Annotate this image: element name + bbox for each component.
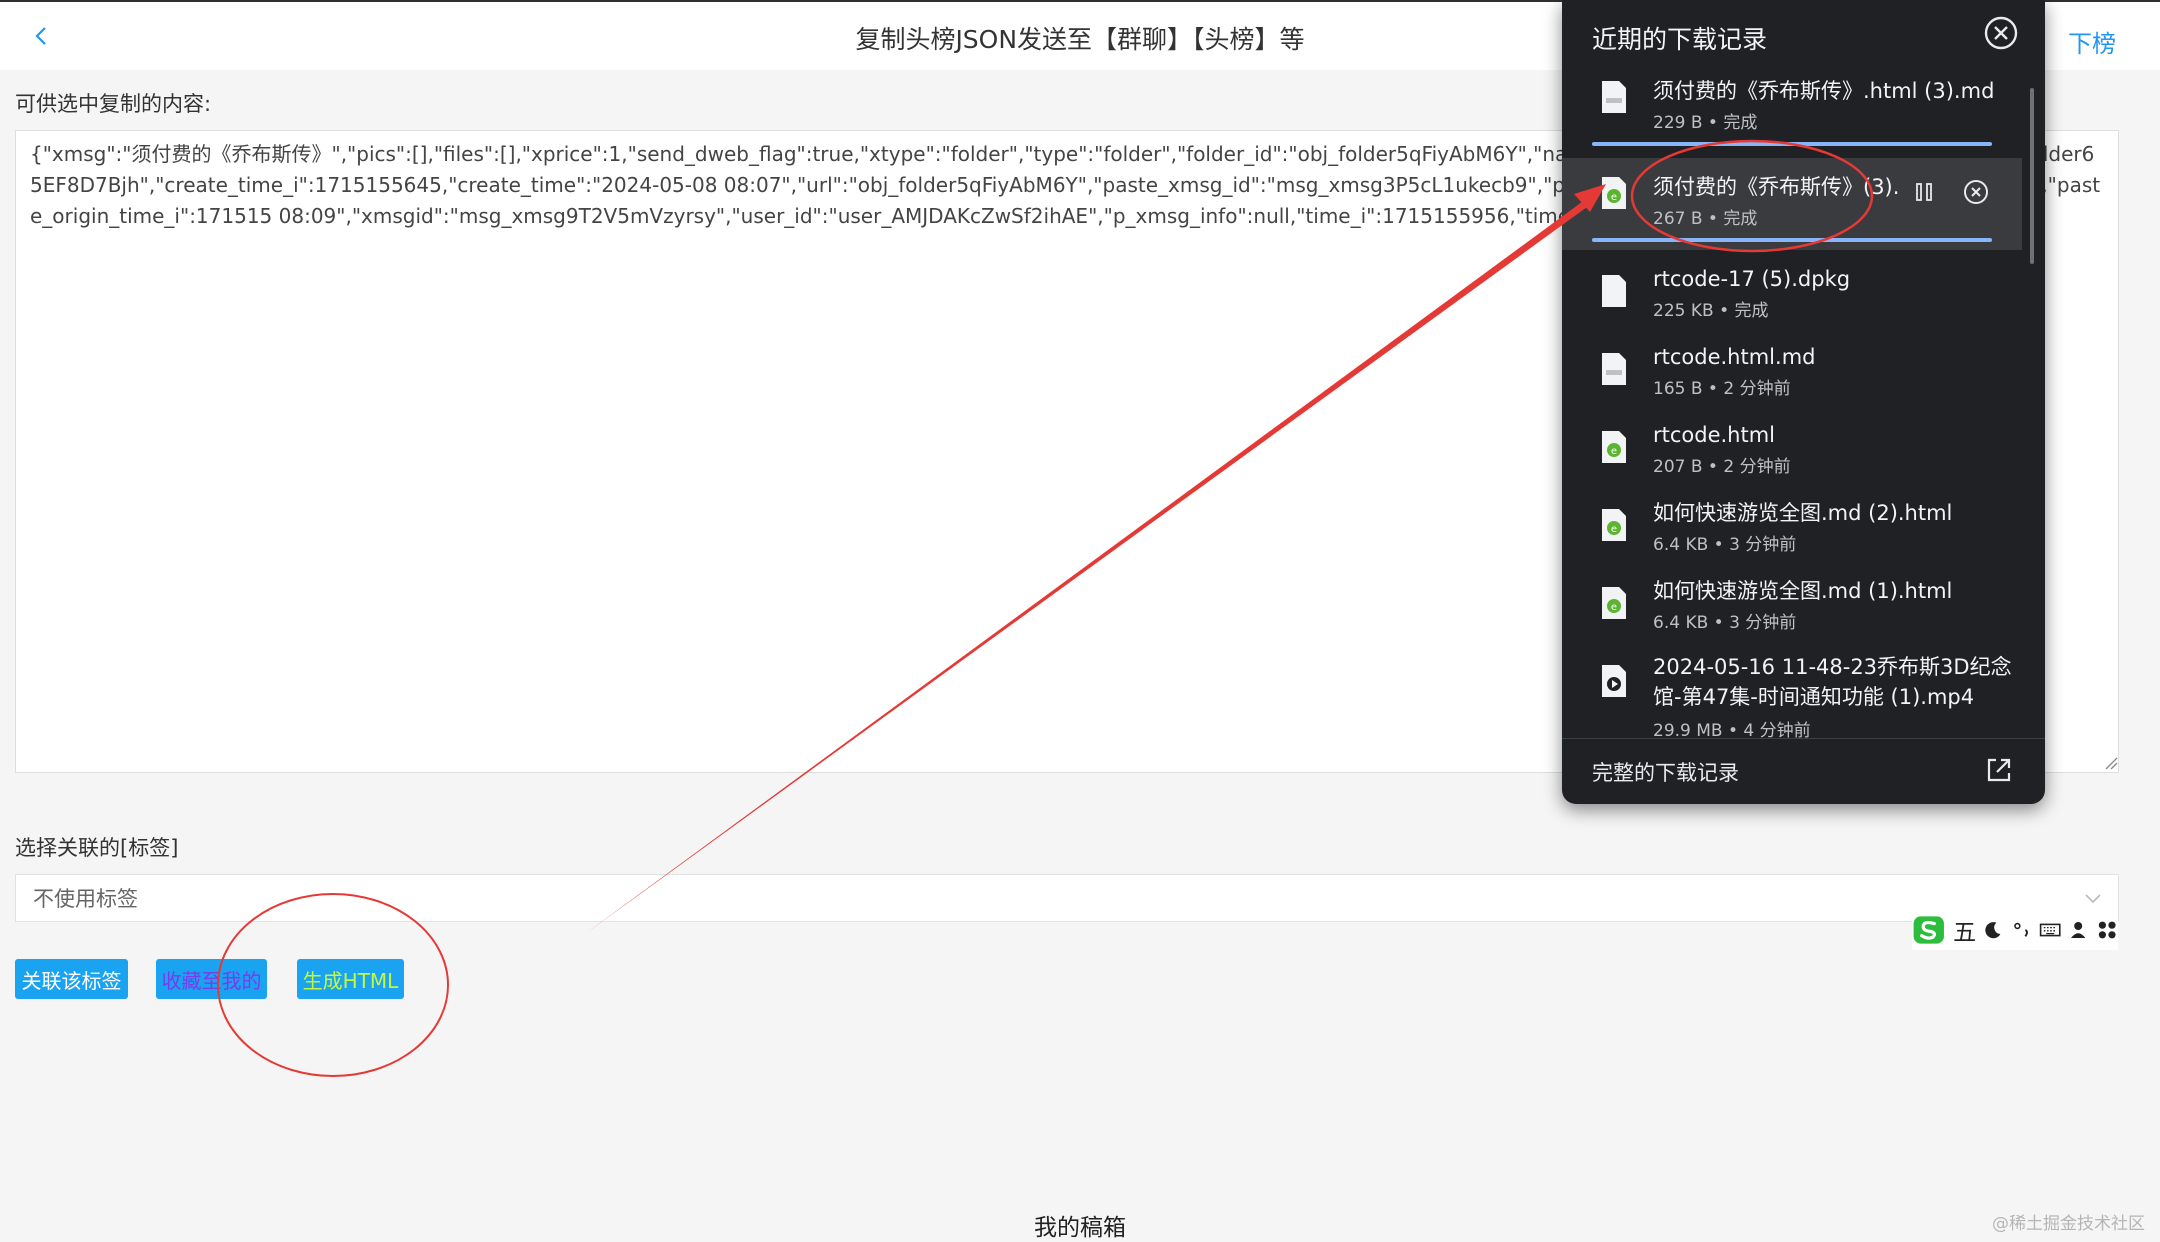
- download-scrollbar[interactable]: [2030, 88, 2034, 264]
- download-footer[interactable]: 完整的下载记录: [1562, 738, 2045, 804]
- download-item-name: 如何快速游览全图.md (2).html: [1653, 501, 1953, 525]
- download-item-name: rtcode.html: [1653, 423, 1776, 447]
- watermark: @稀土掘金技术社区: [1992, 1214, 2145, 1234]
- moon-icon[interactable]: [1982, 916, 2004, 944]
- footer-drafts[interactable]: 我的稿箱: [0, 1208, 2160, 1242]
- full-downloads-link[interactable]: 完整的下载记录: [1592, 757, 1739, 787]
- file-doc-icon: [1602, 81, 1626, 113]
- svg-text:e: e: [1611, 192, 1617, 203]
- html-file-icon: e: [1602, 509, 1626, 541]
- tag-select-value: 不使用标签: [33, 887, 138, 911]
- download-item[interactable]: 2024-05-16 11-48-23乔布斯3D纪念 馆-第47集-时间通知功能…: [1562, 652, 2022, 738]
- user-icon[interactable]: [2067, 916, 2089, 944]
- html-file-icon: e: [1602, 177, 1626, 209]
- download-item[interactable]: rtcode.html.md 165 B • 2 分钟前: [1562, 340, 2022, 418]
- download-item-meta: 225 KB • 完成: [1653, 301, 1769, 321]
- favorite-button[interactable]: 收藏至我的: [156, 959, 267, 999]
- chevron-down-icon: [2085, 894, 2101, 904]
- video-file-icon: [1602, 665, 1626, 697]
- download-item-name: 须付费的《乔布斯传》(3).: [1653, 175, 1900, 199]
- top-right-link[interactable]: 下榜: [2068, 24, 2116, 59]
- download-item-name: 须付费的《乔布斯传》.html (3).md: [1653, 79, 1995, 103]
- svg-text:e: e: [1611, 602, 1617, 613]
- tag-select[interactable]: 不使用标签: [15, 874, 2119, 922]
- cancel-download-icon[interactable]: [1960, 176, 1992, 208]
- download-item-name-line1: 2024-05-16 11-48-23乔布斯3D纪念: [1653, 655, 2012, 679]
- download-item-meta: 165 B • 2 分钟前: [1653, 379, 1791, 399]
- content-label: 可供选中复制的内容:: [15, 92, 212, 116]
- download-item[interactable]: e 如何快速游览全图.md (2).html 6.4 KB • 3 分钟前: [1562, 496, 2022, 574]
- grid-menu-icon[interactable]: [2096, 916, 2118, 944]
- keyboard-icon[interactable]: [2039, 916, 2061, 944]
- download-item-meta: 6.4 KB • 3 分钟前: [1653, 613, 1797, 633]
- html-file-icon: e: [1602, 431, 1626, 463]
- tag-label: 选择关联的[标签]: [15, 836, 179, 860]
- download-item-meta: 229 B • 完成: [1653, 113, 1758, 133]
- file-icon: [1602, 275, 1626, 307]
- download-item-name: rtcode.html.md: [1653, 345, 1816, 369]
- download-item[interactable]: e rtcode.html 207 B • 2 分钟前: [1562, 418, 2022, 496]
- download-item-meta: 267 B • 完成: [1653, 209, 1758, 229]
- download-item[interactable]: e 须付费的《乔布斯传》(3). 267 B • 完成: [1562, 158, 2022, 250]
- resize-handle-icon[interactable]: [2104, 756, 2118, 770]
- open-external-icon[interactable]: [1984, 755, 2014, 785]
- download-item[interactable]: rtcode-17 (5).dpkg 225 KB • 完成: [1562, 262, 2022, 340]
- download-item-meta: 6.4 KB • 3 分钟前: [1653, 535, 1797, 555]
- sogou-logo-icon[interactable]: [1912, 910, 1947, 950]
- download-panel: 近期的下载记录 须付费的《乔布斯传》.html (3).md 229 B • 完…: [1562, 0, 2045, 804]
- punctuation-icon[interactable]: [2011, 916, 2033, 944]
- download-list: 须付费的《乔布斯传》.html (3).md 229 B • 完成 e 须付费的…: [1562, 66, 2045, 738]
- ime-toolbar: 五: [1912, 910, 2118, 950]
- download-item-name-line2: 馆-第47集-时间通知功能 (1).mp4: [1653, 685, 1975, 709]
- download-item-meta: 29.9 MB • 4 分钟前: [1653, 721, 1811, 738]
- download-item[interactable]: e 如何快速游览全图.md (1).html 6.4 KB • 3 分钟前: [1562, 574, 2022, 652]
- svg-text:e: e: [1611, 446, 1617, 457]
- download-item-name: rtcode-17 (5).dpkg: [1653, 267, 1851, 291]
- link-tag-button[interactable]: 关联该标签: [15, 959, 128, 999]
- download-item[interactable]: 须付费的《乔布斯传》.html (3).md 229 B • 完成: [1562, 66, 2022, 158]
- download-item-name: 如何快速游览全图.md (1).html: [1653, 579, 1953, 603]
- html-file-icon: e: [1602, 587, 1626, 619]
- download-progress-bar: [1592, 238, 1992, 242]
- download-panel-title: 近期的下载记录: [1592, 25, 1768, 54]
- svg-text:e: e: [1611, 524, 1617, 535]
- download-item-meta: 207 B • 2 分钟前: [1653, 457, 1791, 477]
- generate-html-button[interactable]: 生成HTML: [297, 959, 404, 999]
- ime-mode-char[interactable]: 五: [1953, 913, 1976, 947]
- pause-icon[interactable]: [1908, 176, 1940, 208]
- download-progress-bar: [1592, 142, 1992, 146]
- close-icon[interactable]: [1982, 14, 2020, 52]
- file-doc-icon: [1602, 353, 1626, 385]
